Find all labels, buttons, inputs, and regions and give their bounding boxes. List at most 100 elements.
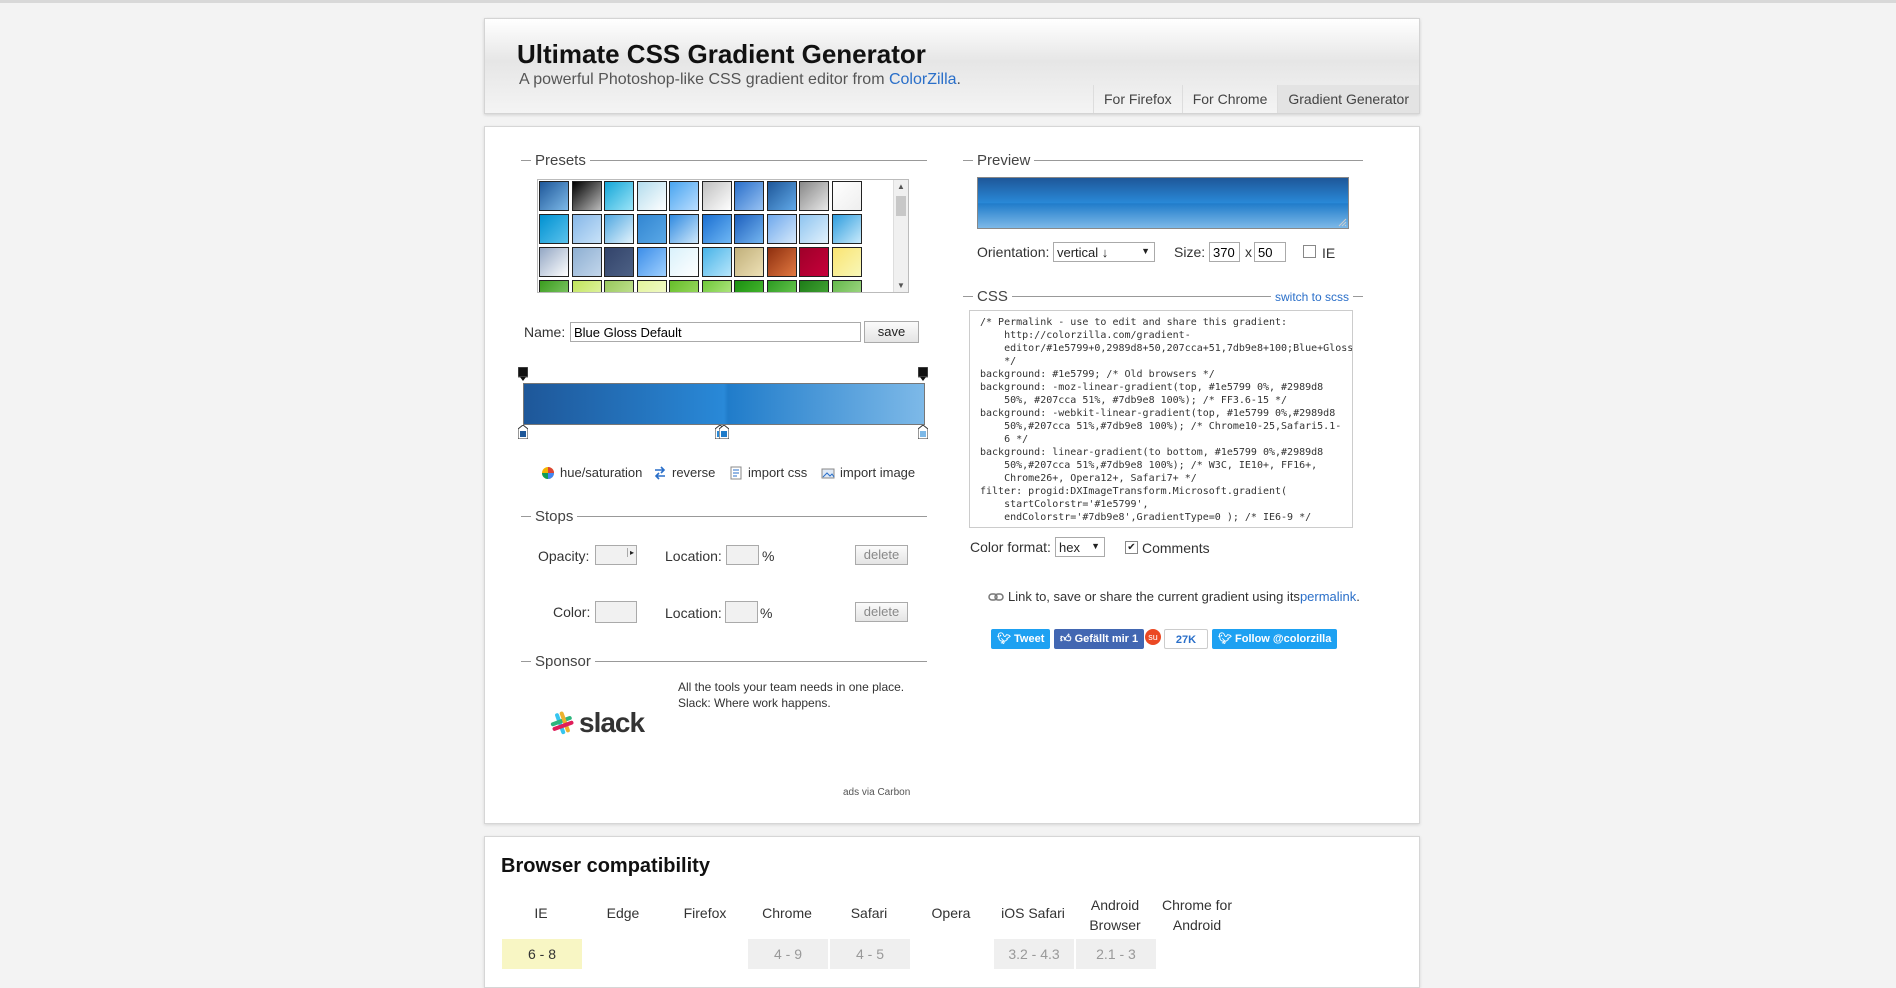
- preset-swatch[interactable]: [701, 247, 732, 277]
- preset-swatch[interactable]: [604, 214, 634, 244]
- preset-swatch[interactable]: [669, 214, 699, 244]
- preset-swatch[interactable]: [669, 181, 699, 211]
- gradient-editor-bar[interactable]: [523, 383, 925, 425]
- preset-swatch[interactable]: [734, 214, 764, 244]
- preset-swatch[interactable]: [766, 280, 797, 292]
- presets-grid[interactable]: ▲ ▼: [537, 179, 909, 293]
- color-format-select[interactable]: hex ▼: [1055, 537, 1105, 557]
- follow-label: Follow @colorzilla: [1235, 633, 1332, 645]
- preset-swatch[interactable]: [571, 214, 602, 244]
- reverse-tool[interactable]: reverse: [653, 465, 715, 480]
- scroll-down-icon[interactable]: ▼: [897, 281, 905, 290]
- preset-swatch[interactable]: [604, 280, 634, 292]
- resize-handle-icon[interactable]: [1338, 218, 1347, 227]
- preset-swatch[interactable]: [831, 214, 862, 244]
- preset-swatch[interactable]: [831, 280, 862, 292]
- colorzilla-link[interactable]: ColorZilla: [889, 71, 957, 88]
- facebook-like-button[interactable]: 👍︎ Gefällt mir 1: [1054, 629, 1145, 649]
- preset-swatch[interactable]: [571, 280, 602, 292]
- preset-swatch[interactable]: [799, 181, 829, 211]
- save-button[interactable]: save: [864, 321, 919, 343]
- color-stop-51-icon[interactable]: [719, 425, 729, 439]
- preset-swatch[interactable]: [734, 247, 764, 277]
- color-location-input[interactable]: [725, 601, 758, 623]
- preset-swatch[interactable]: [571, 181, 602, 211]
- hue-saturation-tool[interactable]: hue/saturation: [541, 465, 642, 480]
- presets-scrollbar[interactable]: ▲ ▼: [893, 180, 908, 292]
- preset-swatch[interactable]: [701, 214, 732, 244]
- preset-swatch[interactable]: [799, 280, 829, 292]
- compat-cell: [666, 939, 746, 969]
- preset-swatch[interactable]: [766, 181, 797, 211]
- preset-swatch[interactable]: [636, 247, 667, 277]
- preset-swatch[interactable]: [799, 214, 829, 244]
- sponsor-text[interactable]: All the tools your team needs in one pla…: [678, 679, 904, 711]
- sponsor-line-2: Slack: Where work happens.: [678, 696, 831, 710]
- preset-swatch[interactable]: [636, 181, 667, 211]
- color-stop-0-icon[interactable]: [518, 425, 528, 439]
- compat-cell: 2.1 - 3: [1076, 939, 1156, 969]
- import-image-tool[interactable]: import image: [821, 465, 915, 480]
- name-input[interactable]: [570, 322, 861, 342]
- color-delete-button[interactable]: delete: [855, 602, 908, 622]
- preset-swatch[interactable]: [831, 247, 862, 277]
- color-stop-100-icon[interactable]: [918, 425, 928, 439]
- preset-swatch[interactable]: [766, 247, 797, 277]
- color-swatch-input[interactable]: [595, 601, 637, 623]
- import-css-tool[interactable]: import css: [729, 465, 807, 480]
- follow-colorzilla-button[interactable]: 🐦︎ Follow @colorzilla: [1212, 629, 1338, 649]
- size-width-input[interactable]: [1209, 242, 1240, 262]
- preset-swatch[interactable]: [604, 247, 634, 277]
- switch-to-scss-link[interactable]: switch to scss: [1275, 290, 1349, 304]
- opacity-stop-left-icon[interactable]: [518, 367, 528, 381]
- slack-ad-logo[interactable]: slack: [549, 707, 645, 739]
- stumbleupon-count: 27K: [1164, 629, 1208, 649]
- nav-gradient-generator[interactable]: Gradient Generator: [1277, 85, 1419, 113]
- preset-swatch[interactable]: [571, 247, 602, 277]
- chain-link-icon: [988, 592, 1004, 601]
- preset-swatch[interactable]: [701, 181, 732, 211]
- ie-checkbox[interactable]: [1303, 245, 1316, 258]
- preset-swatch[interactable]: [669, 280, 699, 292]
- preset-swatch[interactable]: [734, 280, 764, 292]
- opacity-delete-button[interactable]: delete: [855, 545, 908, 565]
- color-percent: %: [760, 605, 773, 621]
- scroll-thumb[interactable]: [896, 196, 906, 216]
- preset-swatch[interactable]: [766, 214, 797, 244]
- preset-swatch[interactable]: [831, 181, 862, 211]
- nav-for-firefox[interactable]: For Firefox: [1093, 85, 1182, 113]
- orientation-select[interactable]: vertical ↓ ▼: [1053, 242, 1155, 262]
- css-output-box[interactable]: /* Permalink - use to edit and share thi…: [969, 310, 1353, 528]
- preset-swatch[interactable]: [636, 280, 667, 292]
- tweet-button[interactable]: 🐦︎ Tweet: [991, 629, 1051, 649]
- opacity-input[interactable]: ▸: [595, 545, 637, 565]
- ads-via-carbon[interactable]: ads via Carbon: [843, 787, 910, 798]
- preset-swatch[interactable]: [734, 181, 764, 211]
- nav-for-chrome[interactable]: For Chrome: [1181, 85, 1278, 113]
- preset-swatch[interactable]: [539, 181, 569, 211]
- stops-legend: Stops: [521, 508, 927, 525]
- facebook-like-label: Gefällt mir 1: [1074, 633, 1139, 645]
- preset-swatch[interactable]: [636, 214, 667, 244]
- stumbleupon-icon[interactable]: su: [1145, 629, 1161, 645]
- preset-swatch[interactable]: [539, 214, 569, 244]
- opacity-dropdown-icon[interactable]: ▸: [626, 548, 634, 557]
- slack-logo-icon: [550, 711, 574, 735]
- scroll-up-icon[interactable]: ▲: [897, 182, 905, 191]
- preset-swatch[interactable]: [539, 247, 569, 277]
- comments-checkbox[interactable]: ✔: [1125, 541, 1138, 554]
- preset-swatch[interactable]: [669, 247, 699, 277]
- compat-header: iOS Safari: [1001, 905, 1065, 921]
- css-line: */: [980, 356, 1017, 367]
- stops-title: Stops: [535, 508, 574, 525]
- preset-swatch[interactable]: [539, 280, 569, 292]
- opacity-stop-right-icon[interactable]: [918, 367, 928, 381]
- preset-swatch[interactable]: [799, 247, 829, 277]
- color-wheel-icon: [542, 466, 554, 479]
- opacity-location-input[interactable]: [726, 545, 759, 565]
- size-height-input[interactable]: [1254, 242, 1286, 262]
- preset-swatch[interactable]: [701, 280, 732, 292]
- compat-header: Firefox: [683, 905, 727, 921]
- preset-swatch[interactable]: [604, 181, 634, 211]
- permalink-link[interactable]: permalink: [1300, 589, 1356, 604]
